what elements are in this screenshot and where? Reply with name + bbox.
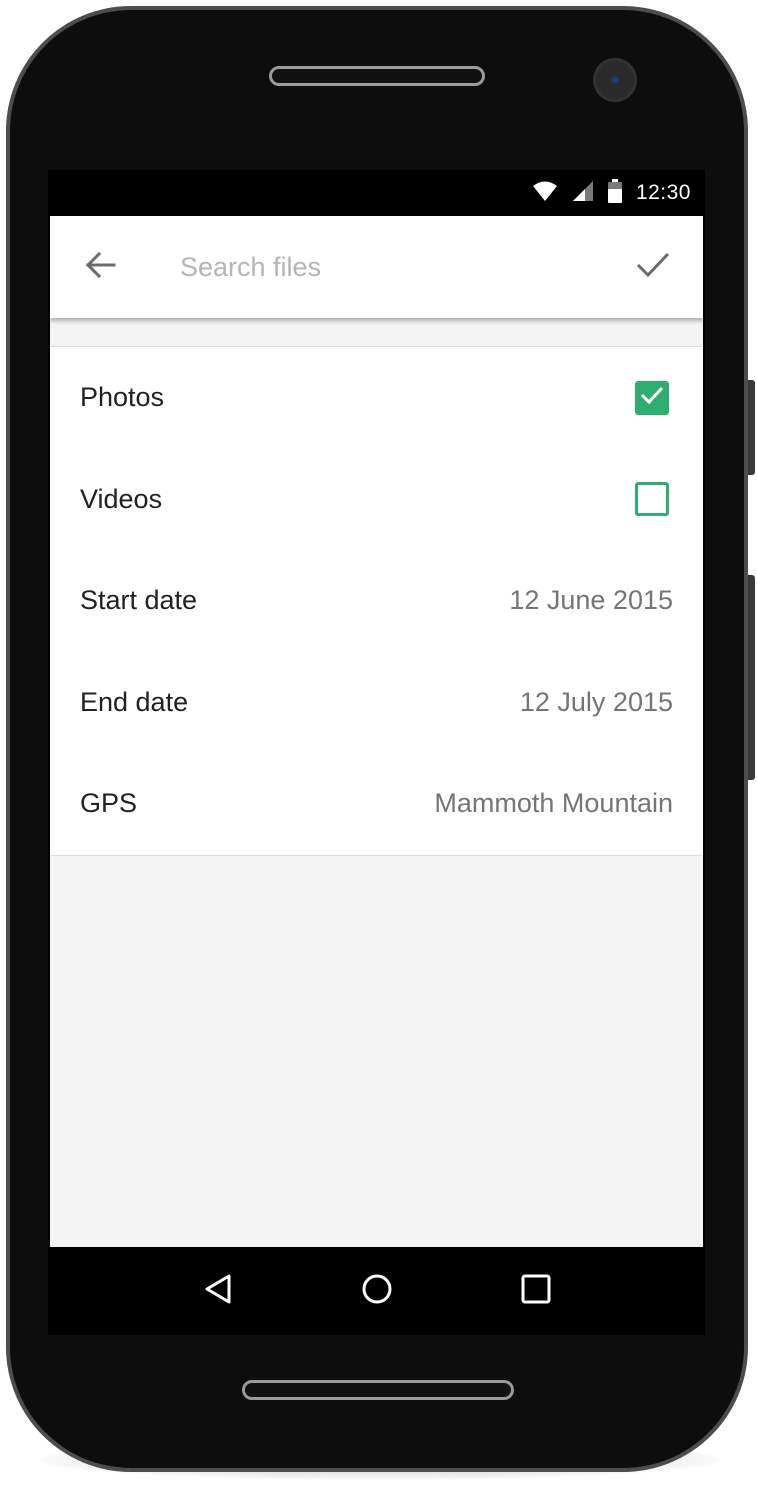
navigation-bar [48,1247,705,1335]
status-bar: 12:30 [48,170,705,216]
videos-checkbox[interactable] [635,482,669,517]
gps-value: Mammoth Mountain [434,788,673,819]
wifi-icon [532,180,558,207]
back-triangle-icon [203,1273,233,1310]
earpiece-speaker [269,66,485,86]
battery-icon [607,178,622,208]
phone-face: 12:30 Search files Photos Videos Start d… [10,10,744,1468]
filter-row-gps[interactable]: GPS Mammoth Mountain [50,753,703,855]
start-date-label: Start date [80,585,198,616]
home-circle-icon [361,1273,393,1310]
nav-back-button[interactable] [188,1261,248,1321]
filter-row-start-date[interactable]: Start date 12 June 2015 [50,550,703,652]
filter-row-videos[interactable]: Videos [50,449,703,551]
check-icon [640,386,664,409]
search-input[interactable] [150,237,603,297]
nav-home-button[interactable] [347,1261,407,1321]
gps-label: GPS [80,788,138,819]
arrow-left-icon [84,251,116,284]
filter-list: Photos Videos Start date 12 June 2015 En… [50,346,703,856]
end-date-value: 12 July 2015 [519,686,673,717]
photos-label: Photos [80,382,165,413]
back-button[interactable] [50,216,150,318]
cellular-signal-icon [572,180,594,207]
videos-label: Videos [80,483,163,514]
phone-body: 12:30 Search files Photos Videos Start d… [6,6,748,1472]
bottom-speaker [242,1380,514,1400]
photos-checkbox[interactable] [635,380,669,415]
confirm-button[interactable] [603,216,703,318]
nav-recents-button[interactable] [506,1261,566,1321]
checkmark-icon [636,252,670,283]
screen: 12:30 Search files Photos Videos Start d… [48,170,705,1335]
front-camera [593,58,637,102]
device-mockup: 12:30 Search files Photos Videos Start d… [0,0,757,1500]
recents-square-icon [521,1274,551,1309]
app-content: Photos Videos [50,216,703,1247]
search-toolbar [50,216,703,318]
filter-row-end-date[interactable]: End date 12 July 2015 [50,652,703,754]
status-time: 12:30 [635,181,691,204]
start-date-value: 12 June 2015 [509,585,673,616]
filter-row-photos[interactable]: Photos [50,347,703,449]
end-date-label: End date [80,686,189,717]
